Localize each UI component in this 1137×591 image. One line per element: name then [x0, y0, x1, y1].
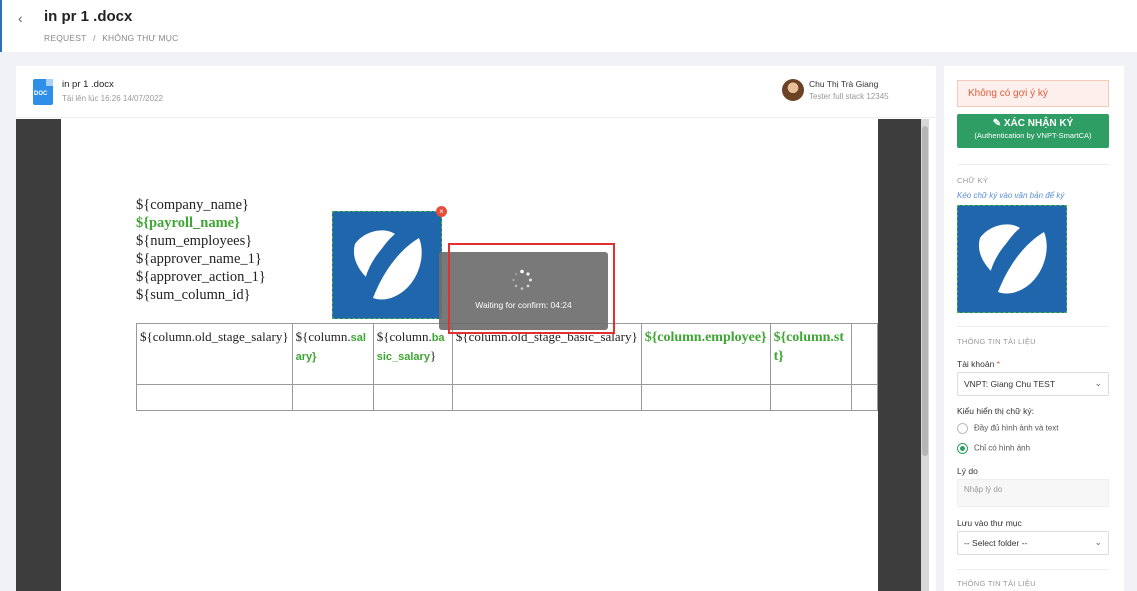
- breadcrumb-item-folder[interactable]: KHÔNG THƯ MỤC: [102, 33, 178, 43]
- table-cell: ${column.ba sic_salary}: [372, 323, 453, 385]
- data-table: ${column.old_stage_salary} ${column.sal a…: [136, 323, 879, 411]
- folder-select[interactable]: -- Select folder -- ⌄: [957, 531, 1109, 555]
- var-sum-column: ${sum_column_id}: [136, 287, 251, 303]
- var-payroll-name: ${payroll_name}: [136, 215, 240, 231]
- signature-section-label: CHỮ KÝ: [957, 176, 989, 185]
- user-name: Chu Thị Trà Giang: [809, 79, 879, 89]
- sign-sidebar: Không có gợi ý ký ✎ XÁC NHẬN KÝ (Authent…: [944, 66, 1124, 591]
- doc-file-icon: DOC: [33, 79, 53, 105]
- template-variables: ${company_name} ${payroll_name} ${num_em…: [136, 196, 266, 304]
- upload-time: Tải lên lúc 16:26 14/07/2022: [62, 94, 163, 103]
- top-bar: ‹ in pr 1 .docx REQUEST / KHÔNG THƯ MỤC: [0, 0, 1137, 52]
- back-icon[interactable]: ‹: [18, 10, 23, 26]
- pen-icon: ✎: [992, 118, 1004, 129]
- remove-signature-icon[interactable]: ×: [436, 206, 447, 217]
- divider: [957, 326, 1109, 327]
- placed-signature[interactable]: [332, 211, 442, 319]
- reason-label: Lý do: [957, 466, 978, 476]
- avatar: [782, 79, 804, 101]
- table-cell: [451, 384, 642, 411]
- var-company-name: ${company_name}: [136, 197, 249, 213]
- account-label: Tài khoản *: [957, 359, 1001, 369]
- confirm-sign-button[interactable]: ✎ XÁC NHẬN KÝ (Authentication by VNPT-Sm…: [957, 114, 1109, 148]
- var-num-employees: ${num_employees}: [136, 233, 253, 249]
- table-cell: [136, 384, 293, 411]
- draggable-signature[interactable]: [957, 205, 1067, 313]
- vnpt-logo-icon: [978, 224, 1047, 294]
- display-type-label: Kiểu hiển thị chữ ký:: [957, 406, 1035, 416]
- breadcrumb-separator: /: [93, 33, 96, 43]
- document-name: in pr 1 .docx: [62, 79, 114, 90]
- divider: [957, 569, 1109, 570]
- document-header: DOC in pr 1 .docx Tải lên lúc 16:26 14/0…: [16, 66, 936, 118]
- document-viewer[interactable]: ${company_name} ${payroll_name} ${num_em…: [16, 119, 929, 591]
- table-cell: ${column.employee}: [640, 323, 771, 385]
- radio-full[interactable]: Đầy đủ hình ảnh và text: [957, 423, 1059, 434]
- account-select[interactable]: VNPT: Giang Chu TEST ⌄: [957, 372, 1109, 396]
- highlight-box: [448, 243, 615, 334]
- table-cell: [640, 384, 771, 411]
- table-cell: ${column.st t}: [769, 323, 852, 385]
- divider: [957, 164, 1109, 165]
- signature-hint: Kéo chữ ký vào văn bản để ký: [957, 191, 1065, 200]
- chevron-down-icon: ⌄: [1094, 378, 1102, 388]
- breadcrumb: REQUEST / KHÔNG THƯ MỤC: [44, 33, 182, 43]
- doc-info-section-label: THÔNG TIN TÀI LIỆU: [957, 337, 1036, 346]
- table-cell: [372, 384, 453, 411]
- breadcrumb-item-request[interactable]: REQUEST: [44, 33, 87, 43]
- table-cell: [291, 384, 374, 411]
- table-cell: [850, 384, 879, 411]
- no-suggestion-alert: Không có gợi ý ký: [957, 80, 1109, 107]
- var-approver-name: ${approver_name_1}: [136, 251, 262, 267]
- table-cell: ${column.old_stage_salary}: [136, 323, 293, 385]
- page-title: in pr 1 .docx: [44, 8, 133, 25]
- chevron-down-icon: ⌄: [1094, 537, 1102, 547]
- reason-input[interactable]: Nhập lý do: [957, 479, 1109, 507]
- vnpt-logo-icon: [353, 230, 422, 300]
- folder-label: Lưu vào thư mục: [957, 518, 1022, 528]
- table-cell: ${column.sal ary}: [291, 323, 374, 385]
- table-row: [136, 384, 879, 411]
- viewer-scroll-thumb[interactable]: [922, 126, 928, 456]
- user-role: Tester full stack 12345: [809, 92, 889, 101]
- var-approver-action: ${approver_action_1}: [136, 269, 266, 285]
- document-page[interactable]: ${company_name} ${payroll_name} ${num_em…: [61, 119, 879, 591]
- doc-info-section-label-2: THÔNG TIN TÀI LIỆU: [957, 579, 1036, 588]
- radio-image-only[interactable]: Chỉ có hình ảnh: [957, 443, 1030, 454]
- table-cell: [769, 384, 852, 411]
- table-cell: [850, 323, 879, 385]
